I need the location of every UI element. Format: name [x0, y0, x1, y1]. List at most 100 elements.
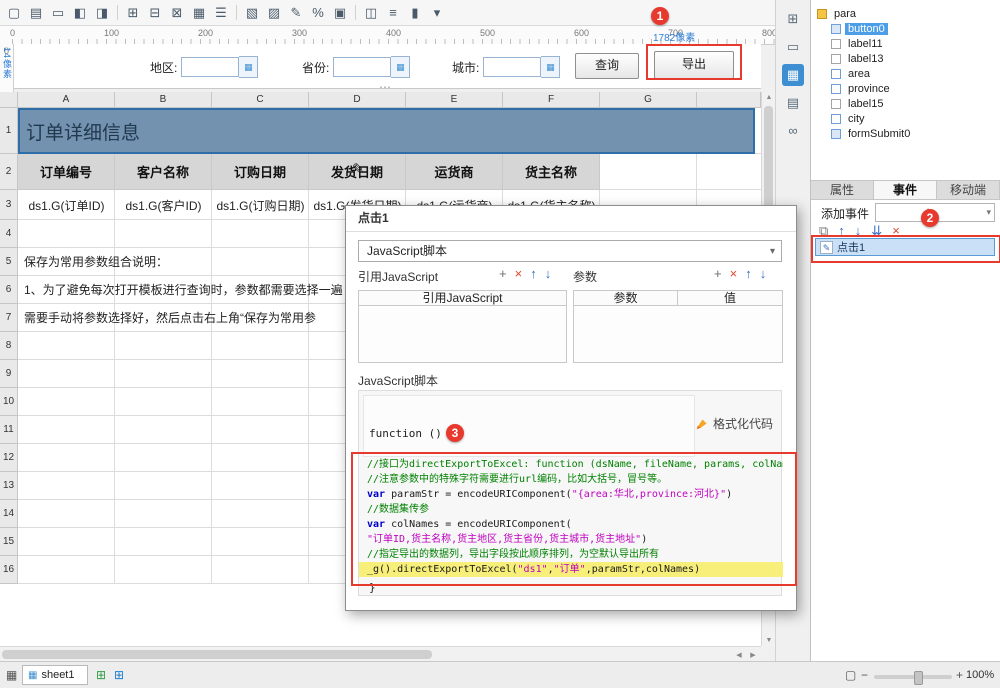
move-up-icon[interactable]: ↑ [838, 224, 845, 238]
horizontal-scroll-thumb[interactable] [2, 650, 432, 659]
column-header[interactable]: C [212, 92, 309, 108]
scroll-right-icon[interactable]: ▶ [747, 651, 759, 659]
component-library-icon[interactable]: ▭ [782, 36, 804, 58]
merge-cells-icon[interactable]: ◧ [70, 3, 90, 23]
add-icon[interactable]: + [714, 267, 722, 281]
move-down-icon[interactable]: ↓ [545, 267, 552, 281]
script-editor[interactable]: function () { 格式化代码 //接口为directExportToE… [358, 390, 783, 596]
query-button[interactable]: 查询 [575, 53, 639, 79]
copy-event-icon[interactable]: ⧉ [819, 224, 828, 238]
tree-node-label13[interactable]: label13 [811, 51, 1000, 66]
zoom-in-icon[interactable]: + [956, 668, 963, 682]
split-view-icon[interactable]: ◫ [361, 3, 381, 23]
edit-icon[interactable]: ✎ [286, 3, 306, 23]
delete-icon[interactable]: × [730, 267, 738, 281]
template-settings-icon[interactable]: ⊞ [782, 8, 804, 30]
border-icon[interactable]: ▧ [242, 3, 262, 23]
delete-row-icon[interactable]: ⊟ [145, 3, 165, 23]
tab-properties[interactable]: 属性 [811, 181, 874, 199]
tree-node-label15[interactable]: label15 [811, 96, 1000, 111]
more-dropdown-icon[interactable]: ▾ [427, 3, 447, 23]
delete-event-icon[interactable]: × [892, 224, 900, 238]
add-grid-sheet-icon[interactable]: ⊞ [96, 668, 106, 682]
event-item-click1[interactable]: ✎ 点击1 [815, 238, 995, 256]
condition-display-icon[interactable]: ▤ [782, 92, 804, 114]
zoom-slider[interactable] [874, 671, 952, 685]
grid-view-icon[interactable]: ▦ [6, 668, 17, 682]
page-setup-icon[interactable]: ▤ [26, 3, 46, 23]
widget-binding-icon[interactable]: ▦ [391, 56, 411, 78]
add-chart-sheet-icon[interactable]: ⊞ [114, 668, 124, 682]
tab-events[interactable]: 事件 [874, 181, 937, 199]
param-list[interactable] [573, 306, 783, 363]
formula-cell[interactable]: ds1.G(订单ID) [18, 190, 115, 220]
tree-node-formSubmit0[interactable]: formSubmit0 [811, 126, 1000, 141]
zoom-slider-thumb[interactable] [914, 671, 923, 685]
move-down-icon[interactable]: ↓ [855, 224, 862, 238]
row-header[interactable]: 13 [0, 472, 18, 500]
widget-binding-icon[interactable]: ▦ [239, 56, 259, 78]
formula-cell[interactable]: ds1.G(订购日期) [212, 190, 309, 220]
column-header[interactable]: F [503, 92, 600, 108]
row-header[interactable]: 1 [0, 108, 18, 154]
row-header[interactable]: 3 [0, 190, 18, 220]
move-to-bottom-icon[interactable]: ⇊ [871, 224, 882, 238]
format-code-button[interactable]: 格式化代码 [696, 415, 773, 432]
column-header[interactable]: G [600, 92, 697, 108]
row-header[interactable]: 4 [0, 220, 18, 248]
event-type-select[interactable]: JavaScript脚本 ▾ [358, 240, 782, 262]
row-header[interactable]: 16 [0, 556, 18, 584]
row-header[interactable]: 11 [0, 416, 18, 444]
tree-node-area[interactable]: area [811, 66, 1000, 81]
ref-js-list[interactable] [358, 306, 567, 363]
column-header[interactable]: A [18, 92, 115, 108]
formula-cell[interactable]: ds1.G(客户ID) [115, 190, 212, 220]
fit-window-icon[interactable]: ▢ [845, 668, 856, 682]
new-template-icon[interactable]: ▢ [4, 3, 24, 23]
column-header[interactable]: B [115, 92, 212, 108]
widget-icon[interactable]: ▣ [330, 3, 350, 23]
header-cell[interactable]: 客户名称 [115, 154, 212, 190]
pattern-icon[interactable]: ▨ [264, 3, 284, 23]
tab-mobile[interactable]: 移动端 [937, 181, 1000, 199]
tree-node-button0[interactable]: button0 [811, 21, 1000, 36]
cell-element-icon[interactable]: ▦ [782, 64, 804, 86]
header-cell[interactable]: 订购日期 [212, 154, 309, 190]
add-icon[interactable]: + [499, 267, 507, 281]
row-header[interactable]: 12 [0, 444, 18, 472]
tree-node-province[interactable]: province [811, 81, 1000, 96]
insert-cell-icon[interactable]: ⊠ [167, 3, 187, 23]
row-header[interactable]: 10 [0, 388, 18, 416]
param-input[interactable] [483, 57, 542, 77]
column-header[interactable]: D [309, 92, 406, 108]
horizontal-scrollbar[interactable]: ◀ ▶ [0, 646, 761, 661]
tree-node-para[interactable]: para [811, 6, 1000, 21]
column-header[interactable]: E [406, 92, 503, 108]
scroll-down-icon[interactable]: ▼ [762, 637, 776, 644]
move-up-icon[interactable]: ↑ [745, 267, 752, 281]
move-up-icon[interactable]: ↑ [530, 267, 537, 281]
list-icon[interactable]: ≡ [383, 3, 403, 23]
sheet-tab[interactable]: ▦ sheet1 [22, 665, 88, 685]
param-input[interactable] [181, 57, 240, 77]
cell-attribute-icon[interactable]: ▦ [189, 3, 209, 23]
row-header[interactable]: 2 [0, 154, 18, 190]
header-cell[interactable]: 运货商 [406, 154, 503, 190]
header-cell[interactable]: 货主名称 [503, 154, 600, 190]
row-header[interactable]: 5 [0, 248, 18, 276]
delete-icon[interactable]: × [515, 267, 523, 281]
param-input[interactable] [333, 57, 392, 77]
tree-node-city[interactable]: city [811, 111, 1000, 126]
hyperlink-icon[interactable]: ∞ [782, 120, 804, 142]
scroll-up-icon[interactable]: ▲ [762, 94, 776, 101]
insert-row-icon[interactable]: ⊞ [123, 3, 143, 23]
row-header[interactable]: 8 [0, 332, 18, 360]
move-down-icon[interactable]: ↓ [760, 267, 767, 281]
row-header[interactable]: 9 [0, 360, 18, 388]
row-header[interactable]: 7 [0, 304, 18, 332]
row-header[interactable]: 14 [0, 500, 18, 528]
export-button[interactable]: 导出 [654, 51, 734, 79]
header-cell[interactable]: 订单编号 [18, 154, 115, 190]
scroll-left-icon[interactable]: ◀ [733, 651, 745, 659]
row-header[interactable]: 6 [0, 276, 18, 304]
